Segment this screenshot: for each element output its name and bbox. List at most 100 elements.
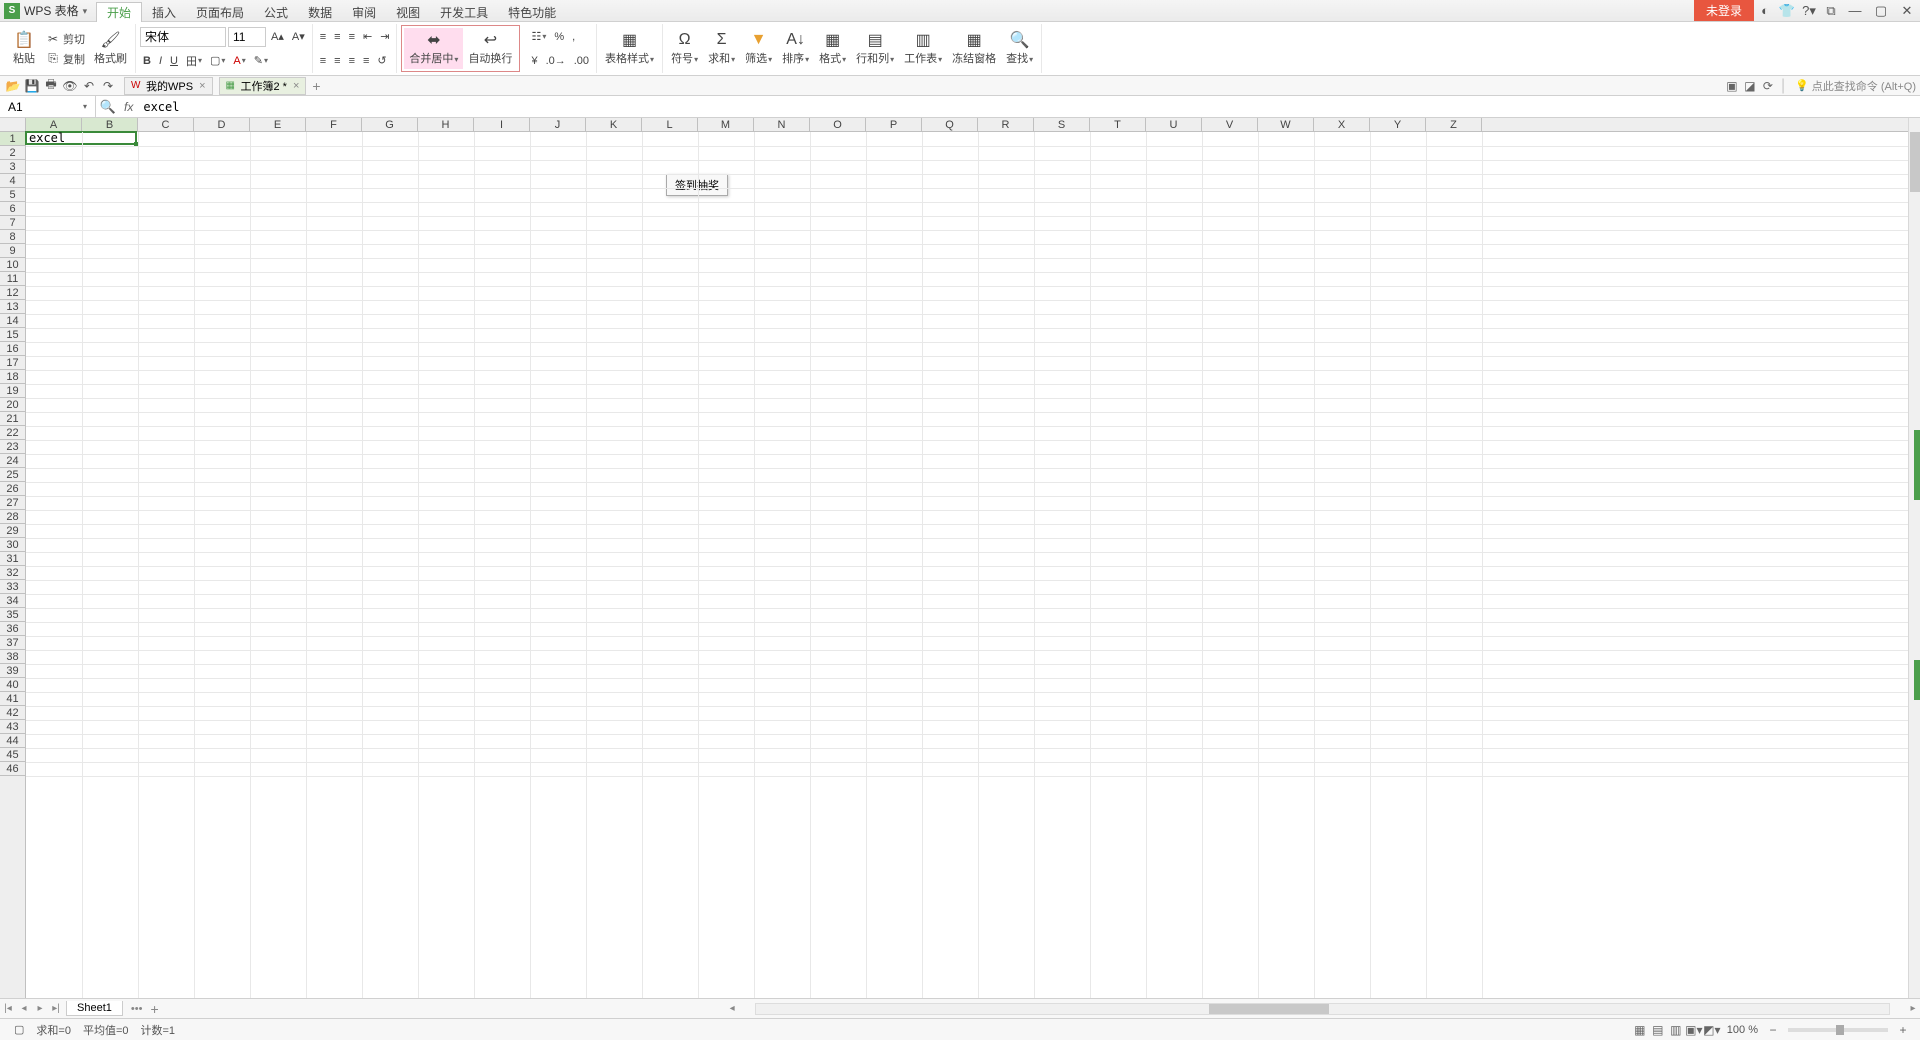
row-header[interactable]: 34 (0, 594, 25, 608)
scrollbar-thumb[interactable] (1209, 1004, 1329, 1014)
row-header[interactable]: 37 (0, 636, 25, 650)
col-header[interactable]: O (810, 118, 866, 131)
row-header[interactable]: 38 (0, 650, 25, 664)
sheet-nav-next[interactable]: ▸ (32, 1003, 48, 1014)
search-command-hint[interactable]: 💡点此查找命令 (Alt+Q) (1795, 78, 1916, 94)
row-header[interactable]: 12 (0, 286, 25, 300)
open-icon[interactable]: 📂 (4, 78, 22, 94)
sum-button[interactable]: Σ求和▾ (704, 24, 739, 73)
underline-button[interactable]: U (167, 51, 181, 71)
save-icon[interactable]: 💾 (23, 78, 41, 94)
filter-button[interactable]: ▼筛选▾ (741, 24, 776, 73)
view-break-button[interactable]: ▥ (1667, 1023, 1685, 1037)
row-header[interactable]: 25 (0, 468, 25, 482)
border-button[interactable]: 田▾ (183, 51, 205, 71)
row-header[interactable]: 17 (0, 356, 25, 370)
sheet-add-button[interactable]: + (150, 1001, 158, 1017)
col-header[interactable]: G (362, 118, 418, 131)
decimal-inc-button[interactable]: .0→ (543, 51, 569, 71)
col-header[interactable]: F (306, 118, 362, 131)
align-middle-button[interactable]: ≡ (331, 27, 343, 47)
skin-icon[interactable]: ◐ (1754, 0, 1776, 22)
close-icon[interactable]: × (293, 80, 299, 92)
percent-button[interactable]: % (551, 27, 567, 47)
row-header[interactable]: 30 (0, 538, 25, 552)
vertical-scrollbar[interactable] (1908, 118, 1920, 998)
row-header[interactable]: 46 (0, 762, 25, 776)
view-normal-button[interactable]: ▦ (1631, 1023, 1649, 1037)
sheet-more-button[interactable]: ••• (127, 1003, 147, 1015)
cut-button[interactable]: ✂剪切 (42, 29, 88, 49)
spreadsheet-grid[interactable]: ABCDEFGHIJKLMNOPQRSTUVWXYZ 1234567891011… (0, 118, 1908, 998)
sheet-nav-first[interactable]: |◂ (0, 1003, 16, 1014)
sheet-nav-prev[interactable]: ◂ (16, 1003, 32, 1014)
undo-icon[interactable]: ↶ (80, 78, 98, 94)
app-menu-drop[interactable]: ▾ (83, 6, 93, 16)
orientation-button[interactable]: ↺ (374, 51, 389, 71)
row-header[interactable]: 7 (0, 216, 25, 230)
row-header[interactable]: 29 (0, 524, 25, 538)
close-icon[interactable]: × (199, 80, 205, 92)
print-icon[interactable]: 🖶 (42, 78, 60, 94)
table-style-button[interactable]: ▦ 表格样式▾ (601, 24, 658, 73)
row-header[interactable]: 39 (0, 664, 25, 678)
align-justify-button[interactable]: ≡ (360, 51, 372, 71)
login-button[interactable]: 未登录 (1694, 0, 1754, 21)
align-bottom-button[interactable]: ≡ (346, 27, 358, 47)
checkin-popup-button[interactable]: 签到抽奖 (666, 174, 728, 196)
minimize-button[interactable]: — (1842, 0, 1868, 22)
row-header[interactable]: 26 (0, 482, 25, 496)
select-all-corner[interactable] (0, 118, 26, 132)
row-header[interactable]: 2 (0, 146, 25, 160)
menu-tab-6[interactable]: 视图 (386, 2, 430, 22)
font-name-select[interactable] (140, 27, 226, 47)
find-button[interactable]: 🔍查找▾ (1002, 24, 1037, 73)
row-headers[interactable]: 1234567891011121314151617181920212223242… (0, 132, 26, 998)
row-header[interactable]: 45 (0, 748, 25, 762)
col-header[interactable]: B (82, 118, 138, 131)
format-painter-button[interactable]: 🖌 格式刷 (90, 37, 131, 61)
name-box[interactable]: A1 ▾ (0, 96, 96, 117)
row-header[interactable]: 33 (0, 580, 25, 594)
col-header[interactable]: C (138, 118, 194, 131)
highlight-button[interactable]: ✎▾ (251, 51, 271, 71)
qat-icon-2[interactable]: ◪ (1741, 79, 1759, 93)
col-header[interactable]: S (1034, 118, 1090, 131)
row-header[interactable]: 3 (0, 160, 25, 174)
menu-tab-5[interactable]: 审阅 (342, 2, 386, 22)
doc-tab-workbook[interactable]: ▦ 工作簿2 * × (219, 77, 307, 95)
col-header[interactable]: Q (922, 118, 978, 131)
row-header[interactable]: 14 (0, 314, 25, 328)
row-header[interactable]: 36 (0, 622, 25, 636)
row-header[interactable]: 40 (0, 678, 25, 692)
col-header[interactable]: Z (1426, 118, 1482, 131)
column-headers[interactable]: ABCDEFGHIJKLMNOPQRSTUVWXYZ (26, 118, 1908, 132)
col-header[interactable]: U (1146, 118, 1202, 131)
merge-center-button[interactable]: ⬌ 合并居中▾ (404, 28, 463, 69)
zoom-slider[interactable] (1788, 1028, 1888, 1032)
col-header[interactable]: L (642, 118, 698, 131)
col-header[interactable]: E (250, 118, 306, 131)
rowcol-button[interactable]: ▤行和列▾ (852, 24, 898, 73)
row-header[interactable]: 20 (0, 398, 25, 412)
align-right-button[interactable]: ≡ (346, 51, 358, 71)
row-header[interactable]: 5 (0, 188, 25, 202)
hscroll-right[interactable]: ▸ (1906, 1003, 1920, 1014)
doc-tab-mywps[interactable]: W 我的WPS × (124, 77, 213, 95)
col-header[interactable]: T (1090, 118, 1146, 131)
row-header[interactable]: 35 (0, 608, 25, 622)
col-header[interactable]: D (194, 118, 250, 131)
cells-area[interactable]: excel 签到抽奖 (26, 132, 1908, 998)
help-icon[interactable]: ?▾ (1798, 0, 1820, 22)
row-header[interactable]: 11 (0, 272, 25, 286)
formula-find-icon[interactable]: 🔍 (96, 99, 120, 115)
row-header[interactable]: 22 (0, 426, 25, 440)
active-cell[interactable]: excel (25, 131, 137, 145)
copy-button[interactable]: ⎘复制 (42, 49, 88, 69)
menu-tab-7[interactable]: 开发工具 (430, 2, 498, 22)
row-header[interactable]: 9 (0, 244, 25, 258)
col-header[interactable]: H (418, 118, 474, 131)
row-header[interactable]: 43 (0, 720, 25, 734)
col-header[interactable]: P (866, 118, 922, 131)
freeze-button[interactable]: ▦冻结窗格 (948, 24, 1000, 73)
